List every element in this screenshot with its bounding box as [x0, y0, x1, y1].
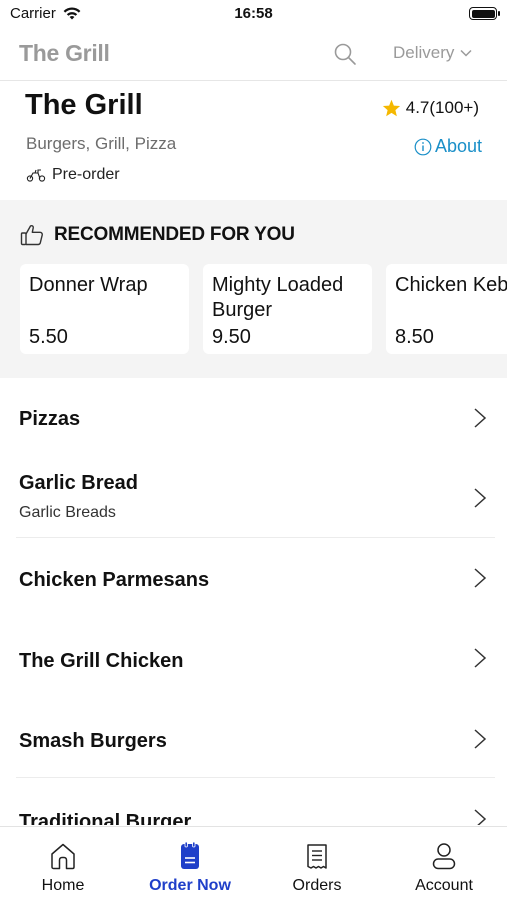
- clock: 16:58: [234, 5, 273, 22]
- account-icon: [432, 843, 456, 870]
- category-name: The Grill Chicken: [19, 650, 184, 672]
- chevron-right-icon: [474, 729, 487, 749]
- recommended-item-price: 9.50: [212, 326, 251, 348]
- chevron-right-icon: [474, 408, 487, 428]
- thumbs-up-icon: [20, 224, 43, 246]
- store-info: The Grill 4.7(100+) Burgers, Grill, Pizz…: [0, 82, 507, 199]
- category-name: Chicken Parmesans: [19, 569, 210, 591]
- category-row[interactable]: Garlic Bread Garlic Breads: [0, 458, 507, 538]
- recommended-card[interactable]: Mighty Loaded Burger 9.50: [203, 264, 372, 354]
- chevron-right-icon: [474, 809, 487, 825]
- info-icon: [414, 138, 432, 155]
- nav-title: The Grill: [19, 40, 110, 66]
- tab-orders[interactable]: Orders: [254, 827, 380, 900]
- category-name: Traditional Burger: [19, 811, 192, 825]
- status-bar: Carrier 16:58: [0, 0, 507, 30]
- category-row[interactable]: Chicken Parmesans: [0, 538, 507, 618]
- recommended-header: RECOMMENDED FOR YOU: [20, 224, 295, 246]
- recommended-carousel[interactable]: Donner Wrap 5.50 Mighty Loaded Burger 9.…: [20, 264, 507, 354]
- category-name: Smash Burgers: [19, 730, 167, 752]
- tab-account[interactable]: Account: [381, 827, 507, 900]
- tab-home[interactable]: Home: [0, 827, 126, 900]
- chevron-right-icon: [474, 568, 487, 588]
- tab-label: Account: [415, 877, 473, 894]
- recommended-item-name: Chicken Kebab: [395, 274, 507, 296]
- battery-icon: [469, 7, 500, 20]
- nav-header: The Grill Delivery: [0, 30, 507, 81]
- preorder-label: Pre-order: [52, 166, 120, 183]
- search-icon[interactable]: [333, 42, 357, 66]
- star-icon: [382, 99, 400, 117]
- tab-label: Orders: [292, 877, 342, 894]
- store-cuisines: Burgers, Grill, Pizza: [26, 134, 177, 153]
- tab-order-now[interactable]: Order Now: [127, 827, 253, 900]
- order-icon: [181, 841, 199, 869]
- home-icon: [51, 843, 75, 870]
- category-row[interactable]: The Grill Chicken: [0, 618, 507, 698]
- about-label: About: [434, 136, 482, 156]
- tab-label: Order Now: [149, 877, 231, 894]
- delivery-selector[interactable]: Delivery: [393, 43, 472, 63]
- tab-label: Home: [41, 877, 85, 894]
- category-row[interactable]: Pizzas: [0, 378, 507, 458]
- recommended-card[interactable]: Chicken Kebab 8.50: [386, 264, 507, 354]
- preorder-badge: Pre-order: [26, 166, 120, 184]
- recommended-card[interactable]: Donner Wrap 5.50: [20, 264, 189, 354]
- recommended-item-name: Mighty Loaded Burger: [212, 274, 344, 321]
- delivery-label: Delivery: [393, 43, 455, 62]
- scooter-icon: [26, 169, 46, 182]
- recommended-section: RECOMMENDED FOR YOU Donner Wrap 5.50 Mig…: [0, 200, 507, 378]
- recommended-title: RECOMMENDED FOR YOU: [54, 224, 295, 245]
- chevron-right-icon: [474, 648, 487, 668]
- category-row[interactable]: Traditional Burger: [0, 778, 507, 825]
- chevron-right-icon: [474, 488, 487, 508]
- about-link[interactable]: About: [414, 136, 482, 157]
- category-name: Pizzas: [19, 408, 81, 430]
- recommended-item-name: Donner Wrap: [29, 274, 148, 296]
- receipt-icon: [307, 844, 327, 869]
- recommended-item-price: 8.50: [395, 326, 434, 348]
- store-name: The Grill: [25, 89, 143, 121]
- recommended-item-price: 5.50: [29, 326, 68, 348]
- chevron-down-icon: [460, 49, 472, 57]
- tab-bar: Home Order Now Orders Account: [0, 826, 507, 900]
- category-list: Pizzas Garlic Bread Garlic Breads Chicke…: [0, 378, 507, 825]
- rating-value: 4.7(100+): [405, 98, 479, 117]
- store-rating: 4.7(100+): [382, 98, 479, 118]
- category-row[interactable]: Smash Burgers: [0, 698, 507, 778]
- category-subtitle: Garlic Breads: [19, 504, 116, 521]
- category-name: Garlic Bread: [19, 472, 138, 494]
